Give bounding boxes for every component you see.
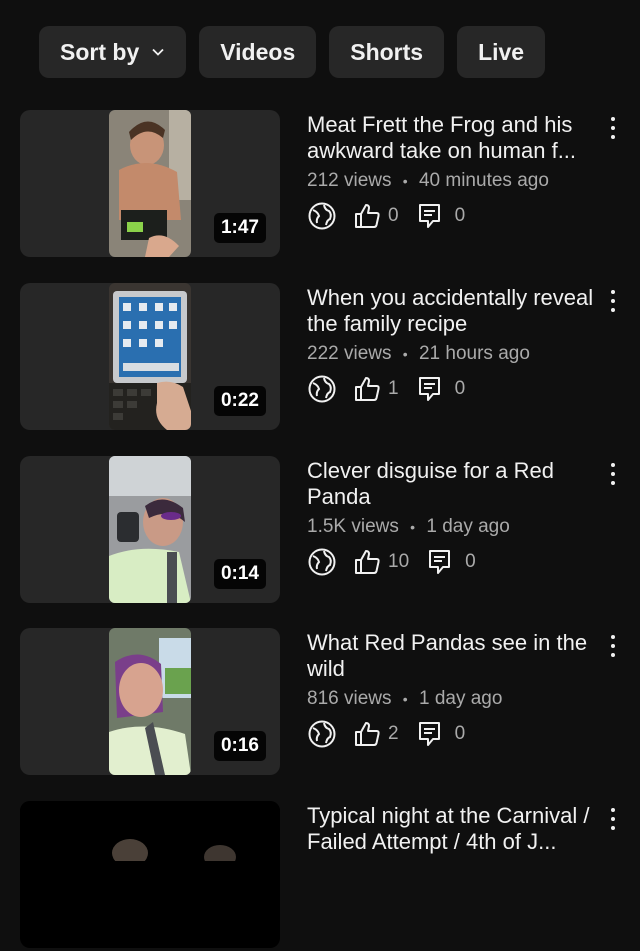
live-chip-label: Live [478,38,525,65]
comment-count: 0 [454,205,466,226]
thumbs-up-icon[interactable] [353,720,381,748]
videos-chip[interactable]: Videos [199,26,317,78]
globe-icon [308,720,336,748]
video-duration: 0:22 [213,386,266,416]
upload-age: 21 hours ago [418,343,530,364]
shorts-chip-label: Shorts [350,38,424,65]
more-options-icon[interactable] [603,460,623,488]
video-duration: 1:47 [213,213,266,243]
view-count: 212 views [307,170,392,191]
video-title[interactable]: Meat Frett the Frog and his awkward take… [307,112,597,164]
video-thumbnail[interactable]: 0:22 [20,283,280,430]
view-count: 222 views [307,343,392,364]
thumbnail-image [109,283,191,430]
video-stats: 1 0 [307,373,465,405]
video-thumbnail[interactable]: 0:14 [20,456,280,603]
video-duration: 0:16 [213,731,266,761]
sort-by-label: Sort by [60,38,140,65]
more-options-icon[interactable] [603,805,623,833]
upload-age: 1 day ago [426,516,510,537]
comment-icon[interactable] [417,720,443,748]
comment-count: 0 [454,723,466,744]
globe-icon [308,375,336,403]
thumbnail-image [109,456,191,603]
video-title[interactable]: Clever disguise for a Red Panda [307,458,597,510]
thumbs-up-icon[interactable] [353,375,381,403]
thumbs-up-icon[interactable] [353,548,381,576]
video-item[interactable]: Typical night at the Carnival / Failed A… [0,801,640,951]
filter-chips: Sort by Videos Shorts Live [39,26,546,78]
video-meta: 816 views • 1 day ago [307,688,502,710]
live-chip[interactable]: Live [457,26,546,78]
sort-by-chip[interactable]: Sort by [39,26,187,78]
video-title[interactable]: When you accidentally reveal the family … [307,285,597,337]
video-stats: 2 0 [307,718,465,750]
comment-count: 0 [454,378,466,399]
video-meta: 1.5K views • 1 day ago [307,516,510,538]
like-count: 1 [388,378,399,399]
video-item[interactable]: 1:47 Meat Frett the Frog and his awkward… [0,110,640,260]
video-item[interactable]: 0:14 Clever disguise for a Red Panda 1.5… [0,456,640,606]
video-thumbnail[interactable]: 0:16 [20,628,280,775]
thumbnail-image [109,110,191,257]
video-stats: 0 0 [307,200,465,232]
view-count: 1.5K views [307,516,399,537]
more-options-icon[interactable] [603,114,623,142]
chevron-down-icon [152,48,164,56]
thumbs-up-icon[interactable] [353,202,381,230]
video-item[interactable]: 0:22 When you accidentally reveal the fa… [0,283,640,433]
meta-separator: • [410,519,416,535]
upload-age: 40 minutes ago [418,170,549,191]
meta-separator: • [402,173,408,189]
video-stats: 10 0 [307,546,476,578]
comment-icon[interactable] [417,202,443,230]
globe-icon [308,202,336,230]
video-meta: 212 views • 40 minutes ago [307,170,549,192]
more-options-icon[interactable] [603,287,623,315]
like-count: 2 [388,723,399,744]
view-count: 816 views [307,688,392,709]
videos-chip-label: Videos [220,38,296,65]
comment-count: 0 [465,551,476,572]
globe-icon [308,548,336,576]
video-thumbnail[interactable]: 1:47 [20,110,280,257]
upload-age: 1 day ago [418,688,503,709]
like-count: 0 [388,205,399,226]
shorts-chip[interactable]: Shorts [329,26,445,78]
thumbnail-image [109,628,191,775]
comment-icon[interactable] [427,548,453,576]
video-item[interactable]: 0:16 What Red Pandas see in the wild 816… [0,628,640,778]
video-thumbnail[interactable] [20,801,280,948]
more-options-icon[interactable] [603,632,623,660]
meta-separator: • [402,346,408,362]
video-title[interactable]: Typical night at the Carnival / Failed A… [307,803,597,855]
like-count: 10 [388,551,410,572]
video-meta: 222 views • 21 hours ago [307,343,530,365]
video-duration: 0:14 [213,559,266,589]
video-title[interactable]: What Red Pandas see in the wild [307,630,597,682]
thumbnail-image [20,801,280,861]
meta-separator: • [402,691,408,707]
comment-icon[interactable] [417,375,443,403]
